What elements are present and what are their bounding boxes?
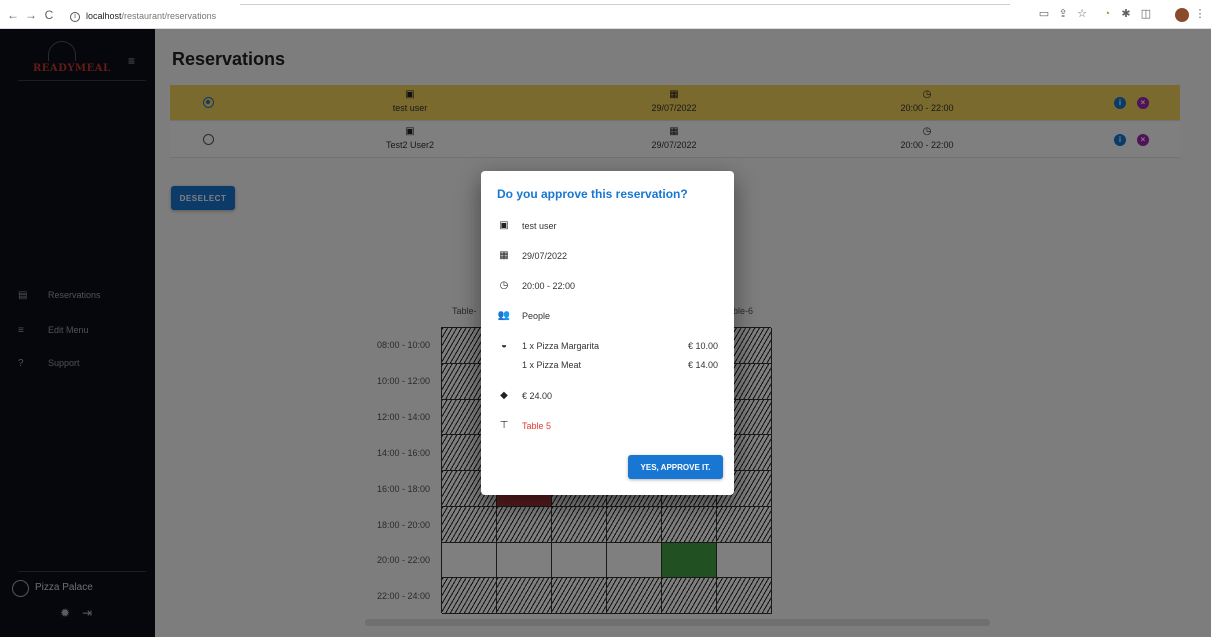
order-item: 1 x Pizza Meat <box>522 360 582 370</box>
tab-strip-line <box>240 4 1010 5</box>
approve-button[interactable]: YES, APPROVE IT. <box>628 455 723 479</box>
dialog-date: 29/07/2022 <box>522 251 568 261</box>
url-host: localhost <box>86 11 122 21</box>
back-icon[interactable]: ← <box>6 9 20 21</box>
side-panel-icon[interactable]: ◫ <box>1139 9 1153 20</box>
table-icon: ⊤ <box>499 420 509 431</box>
food-tray-icon: ◒ <box>500 340 508 351</box>
dialog-people: People <box>522 311 551 321</box>
order-line: 1 x Pizza Meat € 14.00 <box>522 358 718 372</box>
extensions-puzzle-icon[interactable]: ✱ <box>1119 9 1133 20</box>
dialog-total: € 24.00 <box>522 391 553 401</box>
dialog-table: Table 5 <box>522 421 552 431</box>
price-tag-icon: ◆ <box>500 390 508 401</box>
forward-icon[interactable]: → <box>24 9 38 21</box>
dialog-name: test user <box>522 221 557 231</box>
dialog-title: Do you approve this reservation? <box>497 187 688 201</box>
order-line: 1 x Pizza Margarita € 10.00 <box>522 339 718 353</box>
order-price: € 14.00 <box>687 360 718 370</box>
address-bar[interactable]: i localhost/restaurant/reservations <box>70 8 216 24</box>
profile-avatar-icon[interactable] <box>1175 8 1189 22</box>
order-price: € 10.00 <box>687 341 718 351</box>
browser-menu-icon[interactable]: ⋮ <box>1193 9 1207 20</box>
approve-reservation-dialog: Do you approve this reservation? ▣ test … <box>481 171 734 495</box>
url-path: /restaurant/reservations <box>121 11 217 21</box>
browser-toolbar: ← → C i localhost/restaurant/reservations… <box>0 0 1211 29</box>
share-icon[interactable]: ⇪ <box>1056 9 1070 20</box>
contact-card-icon: ▣ <box>499 220 509 231</box>
extension-icon[interactable]: ◔ <box>1100 9 1114 20</box>
calendar-icon: ▦ <box>499 250 509 261</box>
reader-mode-icon[interactable]: ▭ <box>1037 9 1051 20</box>
site-info-icon[interactable]: i <box>70 11 80 22</box>
clock-icon: ◷ <box>499 280 509 291</box>
reload-icon[interactable]: C <box>42 9 56 21</box>
people-icon: 👥 <box>497 310 511 321</box>
order-item: 1 x Pizza Margarita <box>522 341 600 351</box>
bookmark-star-icon[interactable]: ☆ <box>1075 9 1089 20</box>
dialog-time: 20:00 - 22:00 <box>522 281 576 291</box>
